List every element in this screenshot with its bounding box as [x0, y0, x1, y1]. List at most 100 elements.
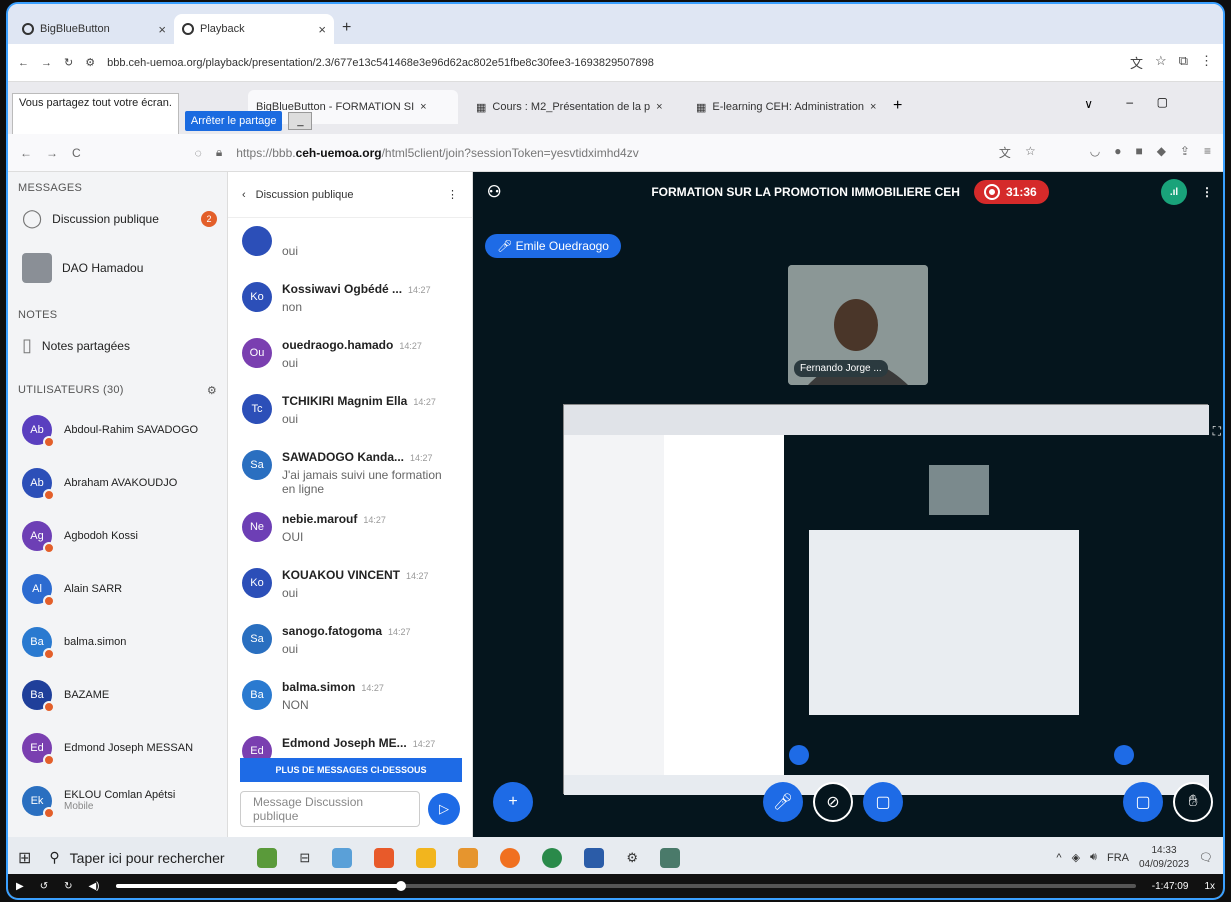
inner-tab-elearning[interactable]: ▦ E-learning CEH: Administration × — [688, 90, 888, 124]
back-icon[interactable]: ← — [20, 146, 32, 160]
extension-icon[interactable]: ■ — [1135, 144, 1142, 161]
play-icon[interactable]: ▶ — [16, 881, 24, 892]
firefox-icon[interactable] — [500, 847, 521, 868]
playback-progress[interactable] — [115, 881, 1136, 891]
search-icon: ⚲ — [49, 849, 60, 865]
speed-button[interactable]: 1x — [1204, 881, 1215, 892]
star-icon[interactable]: ☆ — [1155, 53, 1167, 72]
user-list-item[interactable]: Ba balma.simon — [8, 615, 227, 668]
translate-icon[interactable]: 文 — [1130, 53, 1143, 72]
settings-icon[interactable]: ⚙ — [207, 384, 217, 397]
user-list-item[interactable]: Ba BAZAME — [8, 668, 227, 721]
send-button[interactable]: ▷ — [428, 793, 460, 825]
camera-off-button[interactable]: ⊘ — [813, 782, 853, 822]
share-screen-button[interactable]: ▢ — [863, 782, 903, 822]
user-list-item[interactable]: Al Alain SARR — [8, 562, 227, 615]
notifications-icon[interactable]: 🗨︎ — [1199, 851, 1213, 864]
close-icon[interactable]: × — [656, 101, 662, 113]
taskbar-search[interactable]: ⚲ Taper ici pour rechercher — [49, 849, 239, 866]
clock[interactable]: 14:33 04/09/2023 — [1139, 844, 1189, 872]
volume-icon[interactable]: 🔊︎ — [1090, 851, 1097, 864]
app-icon[interactable] — [659, 847, 680, 868]
more-messages-button[interactable]: PLUS DE MESSAGES CI-DESSOUS — [240, 758, 462, 782]
site-info-icon[interactable]: ⚙ — [85, 56, 95, 69]
user-list-item[interactable]: Ag Agbodoh Kossi — [8, 509, 227, 562]
extension-icon[interactable]: ◆ — [1157, 144, 1166, 161]
close-icon[interactable]: × — [158, 22, 166, 37]
chat-input[interactable]: Message Discussion publique — [240, 791, 420, 827]
user-list-item[interactable]: Ab Abraham AVAKOUDJO — [8, 456, 227, 509]
connection-status-icon[interactable]: .ıl — [1161, 179, 1187, 205]
rewind-icon[interactable]: ↺ — [40, 881, 48, 892]
forward-icon[interactable]: ↻ — [64, 881, 72, 892]
recording-indicator[interactable]: 31:36 — [973, 180, 1049, 204]
minimize-icon[interactable]: – — [1126, 95, 1133, 109]
new-tab-icon[interactable]: + — [893, 97, 902, 115]
reload-icon[interactable]: ↻ — [64, 56, 73, 69]
hide-notice-button[interactable]: _ — [288, 112, 313, 130]
message-time: 14:27 — [399, 341, 422, 351]
outer-url[interactable]: bbb.ceh-uemoa.org/playback/presentation/… — [107, 57, 1118, 69]
forward-icon[interactable]: → — [46, 146, 58, 160]
volume-icon[interactable]: ◀︎) — [88, 881, 99, 892]
inner-tab-cours[interactable]: ▦ Cours : M2_Présentation de la p × — [468, 90, 688, 124]
chevron-up-icon[interactable]: ^ — [1056, 852, 1061, 864]
word-icon[interactable] — [584, 847, 605, 868]
new-tab-icon[interactable]: + — [342, 19, 351, 37]
chat-message: Ba balma.simon 14:27 NON — [228, 672, 472, 728]
inner-url[interactable]: https://bbb.ceh-uemoa.org/html5client/jo… — [236, 146, 639, 160]
private-chat-item[interactable]: DAO Hamadou — [8, 245, 227, 291]
webcam-tile[interactable]: Fernando Jorge ... — [788, 265, 928, 385]
restore-icon[interactable]: ▢ — [1157, 95, 1168, 109]
fullscreen-icon[interactable]: ⛶ — [1213, 424, 1221, 439]
share-icon[interactable]: ⇪ — [1180, 144, 1190, 161]
close-icon[interactable]: × — [420, 101, 426, 113]
shared-notes-item[interactable]: ▯ Notes partagées — [8, 327, 227, 364]
windows-start-icon[interactable]: ⊞ — [18, 848, 31, 868]
raise-hand-button[interactable]: ✋︎ — [1173, 782, 1213, 822]
close-icon[interactable]: × — [318, 22, 326, 37]
reload-icon[interactable]: C — [72, 146, 81, 160]
app-icon[interactable] — [332, 847, 353, 868]
extensions-icon[interactable]: ⧉ — [1179, 53, 1188, 72]
app-icon[interactable] — [542, 847, 563, 868]
tab-list-icon[interactable]: ∨ — [1084, 97, 1093, 111]
back-chevron-icon[interactable]: ‹ — [242, 189, 246, 201]
brave-icon[interactable] — [374, 847, 395, 868]
microphone-button[interactable]: 🎤︎ — [763, 782, 803, 822]
chat-options-icon[interactable]: ⋮ — [447, 188, 458, 201]
progress-knob[interactable] — [396, 881, 407, 891]
stop-share-button[interactable]: Arrêter le partage — [184, 111, 283, 131]
app-icon[interactable] — [458, 847, 479, 868]
outer-tab-playback[interactable]: Playback × — [174, 14, 334, 44]
lock-icon: 🔒︎ — [215, 145, 223, 159]
pocket-icon[interactable]: ◡ — [1090, 144, 1100, 161]
translate-icon[interactable]: 文 — [999, 144, 1011, 161]
user-list-item[interactable]: Ab Abdoul-Rahim SAVADOGO — [8, 403, 227, 456]
network-icon[interactable]: ◈ — [1072, 851, 1080, 864]
user-list-item[interactable]: Ek EKLOU Comlan Apétsi Mobile — [8, 774, 227, 827]
user-list-toggle-icon[interactable]: ⚇ — [487, 182, 501, 202]
forward-icon[interactable]: → — [41, 57, 52, 69]
actions-button[interactable]: + — [493, 782, 533, 822]
settings-icon[interactable]: ⚙ — [626, 850, 638, 866]
file-explorer-icon[interactable] — [416, 847, 437, 868]
language-indicator[interactable]: FRA — [1107, 852, 1129, 864]
outer-tab-bigbluebutton[interactable]: BigBlueButton × — [14, 14, 174, 44]
avatar: Ko — [242, 568, 272, 598]
user-list-item[interactable]: Ed Edmond Joseph MESSAN — [8, 721, 227, 774]
back-icon[interactable]: ← — [18, 57, 29, 69]
taskbar-apps: ⊟ ⚙ — [257, 847, 680, 868]
options-icon[interactable]: ⋮ — [1201, 185, 1213, 199]
weather-icon[interactable] — [257, 847, 278, 868]
close-icon[interactable]: × — [870, 101, 876, 113]
menu-icon[interactable]: ≡ — [1204, 144, 1211, 161]
task-view-icon[interactable]: ⊟ — [299, 850, 310, 866]
menu-icon[interactable]: ⋮ — [1200, 53, 1213, 72]
presentation-area: ⚇ FORMATION SUR LA PROMOTION IMMOBILIERE… — [473, 172, 1223, 837]
search-text: Taper ici pour rechercher — [69, 849, 225, 866]
extension-icon[interactable]: ● — [1114, 144, 1121, 161]
star-icon[interactable]: ☆ — [1025, 144, 1036, 161]
public-chat-item[interactable]: ◯ Discussion publique 2 — [8, 200, 227, 237]
presentation-button[interactable]: ▢ — [1123, 782, 1163, 822]
